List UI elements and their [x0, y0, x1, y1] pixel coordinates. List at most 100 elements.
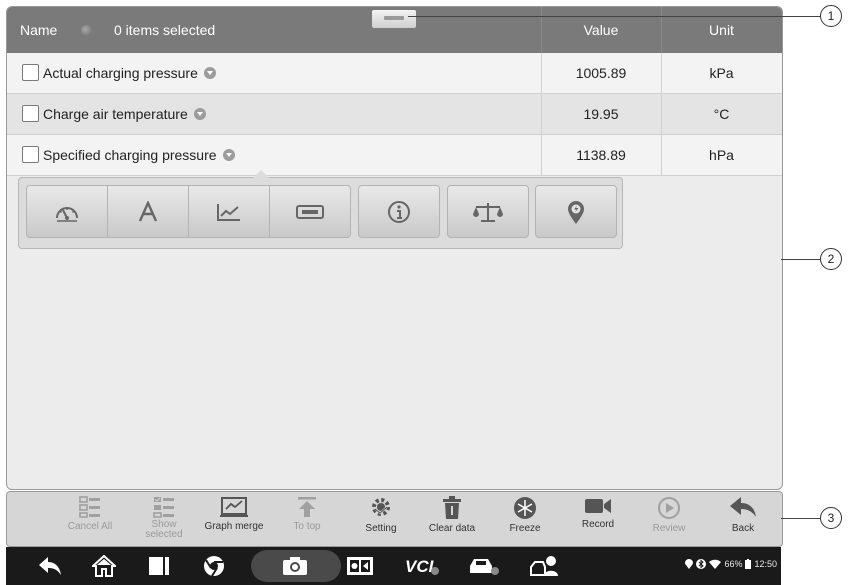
compare-button[interactable] — [447, 185, 529, 238]
back-button[interactable]: Back — [712, 494, 774, 544]
back-icon — [39, 557, 61, 575]
line-graph-icon — [217, 203, 240, 221]
parameter-name-text: Actual charging pressure — [43, 65, 198, 81]
nav-browser-button[interactable] — [200, 554, 228, 578]
info-button[interactable] — [358, 185, 440, 238]
show-selected-label: Show selected — [133, 520, 195, 540]
gauge-icon — [56, 206, 78, 222]
setting-button[interactable]: Setting — [350, 494, 412, 544]
parameter-unit: hPa — [709, 147, 734, 163]
nav-service-button[interactable] — [528, 554, 562, 578]
camera-icon — [283, 557, 307, 575]
graph-merge-button[interactable]: Graph merge — [203, 494, 265, 544]
nav-vci-button[interactable]: VCI — [404, 554, 440, 578]
show-selected-icon — [153, 497, 174, 518]
text-mode-button[interactable] — [107, 185, 189, 238]
record-label: Record — [581, 519, 615, 530]
graph-mode-button[interactable] — [188, 185, 270, 238]
table-row[interactable]: Charge air temperature 19.95 °C — [7, 94, 782, 135]
callout-marker-1: 1 — [820, 5, 842, 27]
callout-leader-line — [408, 16, 821, 17]
row-checkbox[interactable] — [22, 146, 39, 163]
svg-text:VCI: VCI — [405, 557, 435, 576]
parameter-value: 1138.89 — [576, 147, 626, 163]
dropdown-icon[interactable] — [203, 67, 216, 79]
video-camera-icon — [585, 499, 611, 513]
cancel-all-button[interactable]: Cancel All — [59, 494, 121, 544]
record-button[interactable]: Record — [567, 494, 629, 544]
nav-vehicle-button[interactable] — [466, 554, 500, 578]
location-icon — [685, 559, 694, 569]
wifi-icon — [709, 559, 722, 569]
freeze-button[interactable]: Freeze — [494, 494, 556, 544]
setting-label: Setting — [365, 523, 397, 534]
table-row[interactable]: Specified charging pressure 1138.89 hPa — [7, 135, 782, 176]
graph-merge-icon — [220, 497, 248, 517]
recent-apps-icon — [149, 557, 169, 575]
bottom-toolbar: Cancel All Show selected Graph merge To t… — [6, 491, 783, 547]
parameter-name: Actual charging pressure — [43, 65, 216, 81]
selection-count: 0 items selected — [114, 22, 216, 38]
trigger-button[interactable] — [535, 185, 617, 238]
text-icon — [138, 200, 158, 221]
show-selected-line2: selected — [145, 529, 183, 540]
vci-icon: VCI — [405, 557, 439, 576]
setting-icon — [372, 498, 390, 516]
graph-merge-label: Graph merge — [204, 521, 264, 532]
system-navigation-bar: VCI 66% 12:50 — [6, 547, 781, 585]
info-icon — [388, 200, 410, 223]
clock: 12:50 — [754, 559, 777, 569]
sort-indicator-icon[interactable] — [81, 25, 92, 36]
nav-home-button[interactable] — [90, 554, 118, 578]
row-checkbox[interactable] — [22, 64, 39, 81]
battery-percent: 66% — [724, 559, 743, 569]
trash-icon — [443, 496, 461, 519]
location-pin-icon — [568, 200, 584, 224]
table-header: Name 0 items selected Value Unit — [7, 7, 782, 53]
home-icon — [92, 555, 116, 577]
name-column-header[interactable]: Name — [20, 22, 57, 38]
expand-handle-button[interactable] — [371, 9, 417, 29]
nav-recent-apps-button[interactable] — [145, 554, 173, 578]
display-mode-popup — [18, 170, 623, 249]
clear-data-label: Clear data — [428, 523, 476, 534]
technician-icon — [530, 556, 558, 576]
unit-column-header: Unit — [709, 22, 734, 38]
parameter-unit: kPa — [709, 65, 734, 81]
show-selected-button[interactable]: Show selected — [133, 494, 195, 544]
snowflake-icon — [514, 497, 536, 519]
parameter-unit: °C — [713, 106, 730, 122]
handle-grip-icon — [384, 16, 404, 20]
dropdown-icon[interactable] — [222, 149, 235, 161]
cancel-all-icon — [79, 496, 100, 518]
value-column-header: Value — [583, 22, 619, 38]
clear-data-button[interactable]: Clear data — [421, 494, 483, 544]
bluetooth-status-icon — [696, 559, 707, 569]
dropdown-icon[interactable] — [193, 108, 206, 120]
parameter-value: 19.95 — [583, 106, 619, 122]
table-row[interactable]: Actual charging pressure 1005.89 kPa — [7, 53, 782, 94]
nav-screenshot-button[interactable] — [281, 554, 309, 578]
review-button[interactable]: Review — [638, 494, 700, 544]
row-checkbox[interactable] — [22, 105, 39, 122]
gauge-mode-button[interactable] — [26, 185, 108, 238]
car-icon — [470, 559, 499, 575]
digital-mode-button[interactable] — [269, 185, 351, 238]
to-top-label: To top — [293, 521, 321, 532]
cancel-all-label: Cancel All — [67, 521, 113, 532]
nav-remote-button[interactable] — [346, 554, 374, 578]
parameter-name-text: Specified charging pressure — [43, 147, 217, 163]
nav-back-button[interactable] — [36, 554, 64, 578]
data-stream-panel: Name 0 items selected Value Unit Actual … — [6, 6, 783, 490]
remote-screen-icon — [347, 557, 373, 575]
callout-marker-2: 2 — [820, 248, 842, 270]
to-top-button[interactable]: To top — [276, 494, 338, 544]
battery-icon — [745, 559, 752, 569]
to-top-icon — [298, 497, 316, 517]
browser-icon — [204, 556, 224, 577]
freeze-label: Freeze — [509, 523, 541, 534]
status-tray: 66% 12:50 — [685, 559, 777, 569]
callout-marker-3: 3 — [820, 507, 842, 529]
back-arrow-icon — [730, 497, 756, 517]
digital-display-icon — [296, 204, 324, 219]
